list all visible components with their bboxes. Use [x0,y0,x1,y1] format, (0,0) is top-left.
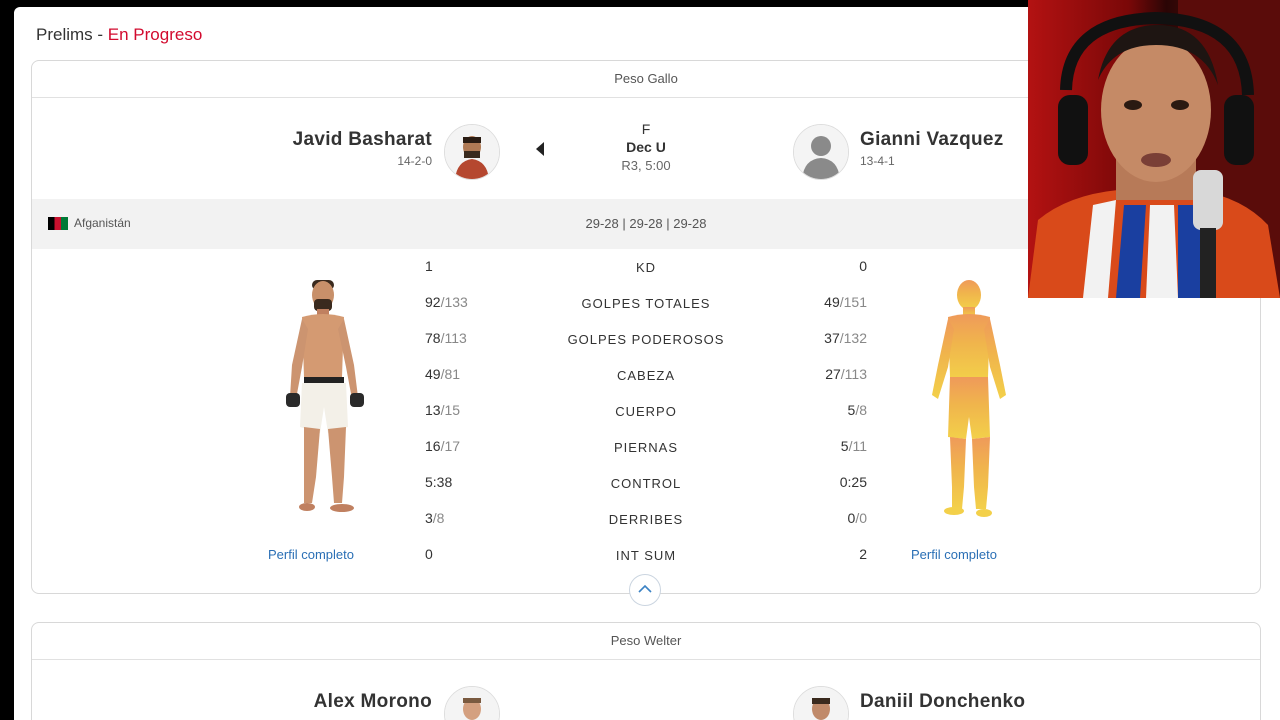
red-fighter-avatar[interactable] [444,124,500,180]
red-stat-value: 5:38 [425,474,453,490]
streamer-webcam-image [1028,0,1280,298]
stat-label: CABEZA [616,368,675,383]
blue-stat-value: 0:25 [839,474,867,490]
webcam-overlay [1028,0,1280,298]
blue-fighter-avatar[interactable] [793,686,849,720]
red-stat-value: 13/15 [425,402,461,418]
fight-card: Peso Welter Alex Morono Daniil Donchenko [31,622,1261,720]
blue-fighter-headshot-icon [794,687,848,720]
red-fighter-name[interactable]: Alex Morono [314,691,432,713]
collapse-button[interactable] [629,574,661,606]
blue-stat-value: 0 [859,258,867,274]
stat-label: GOLPES TOTALES [581,296,711,311]
chevron-up-icon [638,584,652,593]
red-fighter-avatar[interactable] [444,686,500,720]
red-stat-value: 3/8 [425,510,445,526]
result-method: Dec U [626,139,666,155]
stat-row-power-strikes: 78/113 GOLPES PODEROSOS 37/132 [32,330,1260,350]
stat-row-legs: 16/17 PIERNAS 5/11 [32,438,1260,458]
status-label: En Progreso [107,25,203,44]
stat-label: INT SUM [615,548,677,563]
blue-stat-value: 27/113 [825,366,867,382]
stat-label: GOLPES PODEROSOS [567,332,725,347]
blue-fighter-avatar[interactable] [793,124,849,180]
result-type: F [641,121,651,137]
section-title: Prelims - En Progreso [36,25,202,45]
default-avatar-icon [794,125,848,179]
blue-stat-value: 49/151 [824,294,867,310]
red-stat-value: 16/17 [425,438,461,454]
stat-label: KD [635,260,657,275]
red-fighter-headshot-icon [445,125,499,179]
stat-row-head: 49/81 CABEZA 27/113 [32,366,1260,386]
red-stat-value: 0 [425,546,433,562]
red-stat-value: 49/81 [425,366,461,382]
section-prefix: Prelims [36,25,93,44]
blue-stat-value: 37/132 [824,330,867,346]
stat-label: CONTROL [610,476,682,491]
blue-fighter-name[interactable]: Gianni Vazquez [860,129,1004,151]
stat-row-submission-attempts: 0 INT SUM 2 [32,546,1260,566]
blue-fighter-name[interactable]: Daniil Donchenko [860,691,1025,713]
stat-row-takedowns: 3/8 DERRIBES 0/0 [32,510,1260,530]
blue-stat-value: 5/8 [847,402,867,418]
blue-stat-value: 2 [859,546,867,562]
blue-stat-value: 5/11 [840,438,867,454]
section-separator: - [92,25,108,44]
red-full-profile-link[interactable]: Perfil completo [268,547,354,562]
red-fighter-record: 14-2-0 [397,154,432,168]
red-fighter-name[interactable]: Javid Basharat [293,129,432,151]
stat-label: CUERPO [615,404,677,419]
red-stat-value: 1 [425,258,433,274]
red-stat-value: 78/113 [425,330,467,346]
stat-row-body: 13/15 CUERPO 5/8 [32,402,1260,422]
winner-arrow-icon [536,142,544,156]
result-time: R3, 5:00 [621,158,671,173]
blue-fighter-record: 13-4-1 [860,154,895,168]
fight-result: F Dec U R3, 5:00 [586,121,706,173]
stat-label: DERRIBES [608,512,684,527]
weight-class-label: Peso Welter [32,623,1260,660]
red-stat-value: 92/133 [425,294,468,310]
blue-stat-value: 0/0 [847,510,867,526]
stat-label: PIERNAS [613,440,679,455]
red-fighter-headshot-icon [445,687,499,720]
blue-full-profile-link[interactable]: Perfil completo [911,547,997,562]
stat-row-control: 5:38 CONTROL 0:25 [32,474,1260,494]
